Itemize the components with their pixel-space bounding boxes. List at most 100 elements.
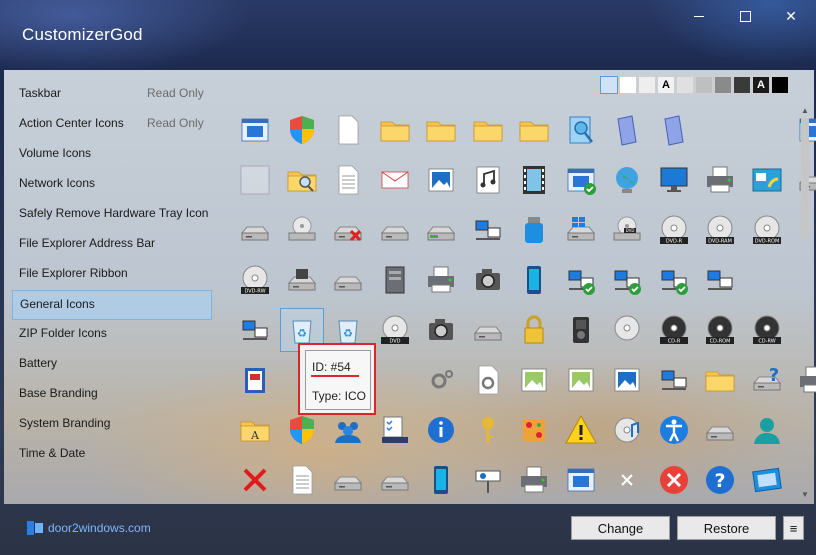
icon-cell[interactable] — [233, 108, 277, 152]
icon-cell[interactable]: ? — [745, 358, 789, 402]
icon-cell[interactable] — [280, 108, 324, 152]
icon-cell[interactable] — [466, 308, 510, 352]
icon-cell[interactable] — [745, 458, 789, 502]
icon-cell[interactable]: DVD-ROM — [745, 208, 789, 252]
icon-cell[interactable] — [605, 258, 649, 302]
icon-cell[interactable] — [419, 258, 463, 302]
menu-button[interactable]: ≡ — [783, 516, 804, 540]
icon-cell[interactable]: CD-R — [652, 308, 696, 352]
icon-cell[interactable] — [559, 158, 603, 202]
background-swatch[interactable] — [619, 76, 637, 94]
background-swatch[interactable]: A — [752, 76, 770, 94]
icon-cell[interactable] — [698, 408, 742, 452]
icon-cell[interactable] — [466, 108, 510, 152]
icon-cell[interactable] — [373, 458, 417, 502]
scroll-thumb[interactable] — [801, 118, 809, 238]
icon-cell[interactable] — [512, 458, 556, 502]
icon-cell[interactable] — [326, 258, 370, 302]
icon-cell[interactable] — [466, 458, 510, 502]
sidebar-item[interactable]: General Icons — [12, 290, 212, 320]
restore-button[interactable]: Restore — [677, 516, 776, 540]
icon-cell[interactable] — [652, 408, 696, 452]
icon-cell[interactable] — [419, 458, 463, 502]
icon-cell[interactable] — [605, 308, 649, 352]
icon-cell[interactable] — [419, 208, 463, 252]
sidebar-item[interactable]: System Branding — [12, 410, 212, 440]
icon-cell[interactable] — [605, 408, 649, 452]
icon-cell[interactable]: A — [233, 408, 277, 452]
icon-cell[interactable] — [466, 358, 510, 402]
icon-cell[interactable] — [280, 208, 324, 252]
sidebar-item[interactable]: Network Icons — [12, 170, 212, 200]
icon-cell[interactable] — [466, 408, 510, 452]
icon-cell[interactable] — [233, 158, 277, 202]
close-window-button[interactable]: ✕ — [768, 0, 814, 32]
icon-cell[interactable] — [233, 458, 277, 502]
scroll-up-arrow-icon[interactable]: ▲ — [799, 104, 811, 116]
icon-cell[interactable] — [698, 358, 742, 402]
icon-cell[interactable] — [373, 208, 417, 252]
icon-cell[interactable] — [373, 408, 417, 452]
icon-cell[interactable] — [233, 358, 277, 402]
icon-cell[interactable]: ? — [698, 458, 742, 502]
brand-link[interactable]: door2windows.com — [48, 521, 151, 535]
icon-cell[interactable] — [559, 308, 603, 352]
icon-cell[interactable] — [512, 158, 556, 202]
icon-cell[interactable] — [373, 158, 417, 202]
icon-cell[interactable] — [605, 458, 649, 502]
icon-cell[interactable] — [419, 308, 463, 352]
icon-cell[interactable] — [605, 358, 649, 402]
icon-cell[interactable]: DVD — [373, 308, 417, 352]
icon-cell[interactable] — [559, 108, 603, 152]
sidebar-item[interactable]: Taskbar Read Only — [12, 80, 212, 110]
sidebar-item[interactable]: ZIP Folder Icons — [12, 320, 212, 350]
change-button[interactable]: Change — [571, 516, 670, 540]
icon-cell[interactable] — [280, 258, 324, 302]
icon-cell[interactable] — [280, 158, 324, 202]
icon-cell[interactable] — [605, 158, 649, 202]
icon-cell[interactable] — [233, 208, 277, 252]
background-swatch[interactable] — [600, 76, 618, 94]
icon-cell[interactable]: DVD-RAM — [698, 208, 742, 252]
icon-cell[interactable] — [559, 208, 603, 252]
icon-cell[interactable] — [326, 208, 370, 252]
icon-cell[interactable] — [419, 108, 463, 152]
icon-cell[interactable] — [698, 258, 742, 302]
sidebar-item[interactable]: Base Branding — [12, 380, 212, 410]
sidebar-item[interactable]: Battery — [12, 350, 212, 380]
brand[interactable]: door2windows.com — [26, 520, 151, 536]
sidebar-item[interactable]: File Explorer Ribbon — [12, 260, 212, 290]
icon-cell[interactable] — [419, 408, 463, 452]
icon-cell[interactable] — [652, 108, 696, 152]
icon-cell[interactable] — [466, 208, 510, 252]
icon-cell[interactable] — [559, 458, 603, 502]
scroll-down-arrow-icon[interactable]: ▼ — [799, 488, 811, 500]
icon-cell[interactable] — [373, 258, 417, 302]
icon-cell[interactable] — [698, 158, 742, 202]
icon-cell[interactable] — [652, 358, 696, 402]
background-swatch[interactable] — [733, 76, 751, 94]
icon-cell[interactable] — [652, 158, 696, 202]
background-swatch[interactable] — [676, 76, 694, 94]
icon-cell[interactable]: DVD — [605, 208, 649, 252]
sidebar-item[interactable]: Volume Icons — [12, 140, 212, 170]
background-swatch[interactable]: A — [657, 76, 675, 94]
icon-cell[interactable] — [233, 308, 277, 352]
icon-cell[interactable] — [280, 458, 324, 502]
icon-cell[interactable] — [652, 258, 696, 302]
icon-cell[interactable] — [745, 408, 789, 452]
sidebar-item[interactable]: Time & Date — [12, 440, 212, 470]
icon-cell[interactable] — [559, 258, 603, 302]
icon-cell[interactable] — [512, 258, 556, 302]
icon-cell[interactable] — [512, 208, 556, 252]
icon-cell[interactable]: DVD-R — [652, 208, 696, 252]
icon-cell[interactable] — [373, 108, 417, 152]
icon-cell[interactable] — [605, 108, 649, 152]
icon-cell[interactable] — [326, 458, 370, 502]
background-swatch[interactable] — [714, 76, 732, 94]
background-swatch[interactable] — [638, 76, 656, 94]
icon-cell[interactable] — [512, 308, 556, 352]
icon-cell[interactable] — [512, 358, 556, 402]
icon-cell[interactable] — [466, 158, 510, 202]
sidebar-item[interactable]: Safely Remove Hardware Tray Icon — [12, 200, 212, 230]
